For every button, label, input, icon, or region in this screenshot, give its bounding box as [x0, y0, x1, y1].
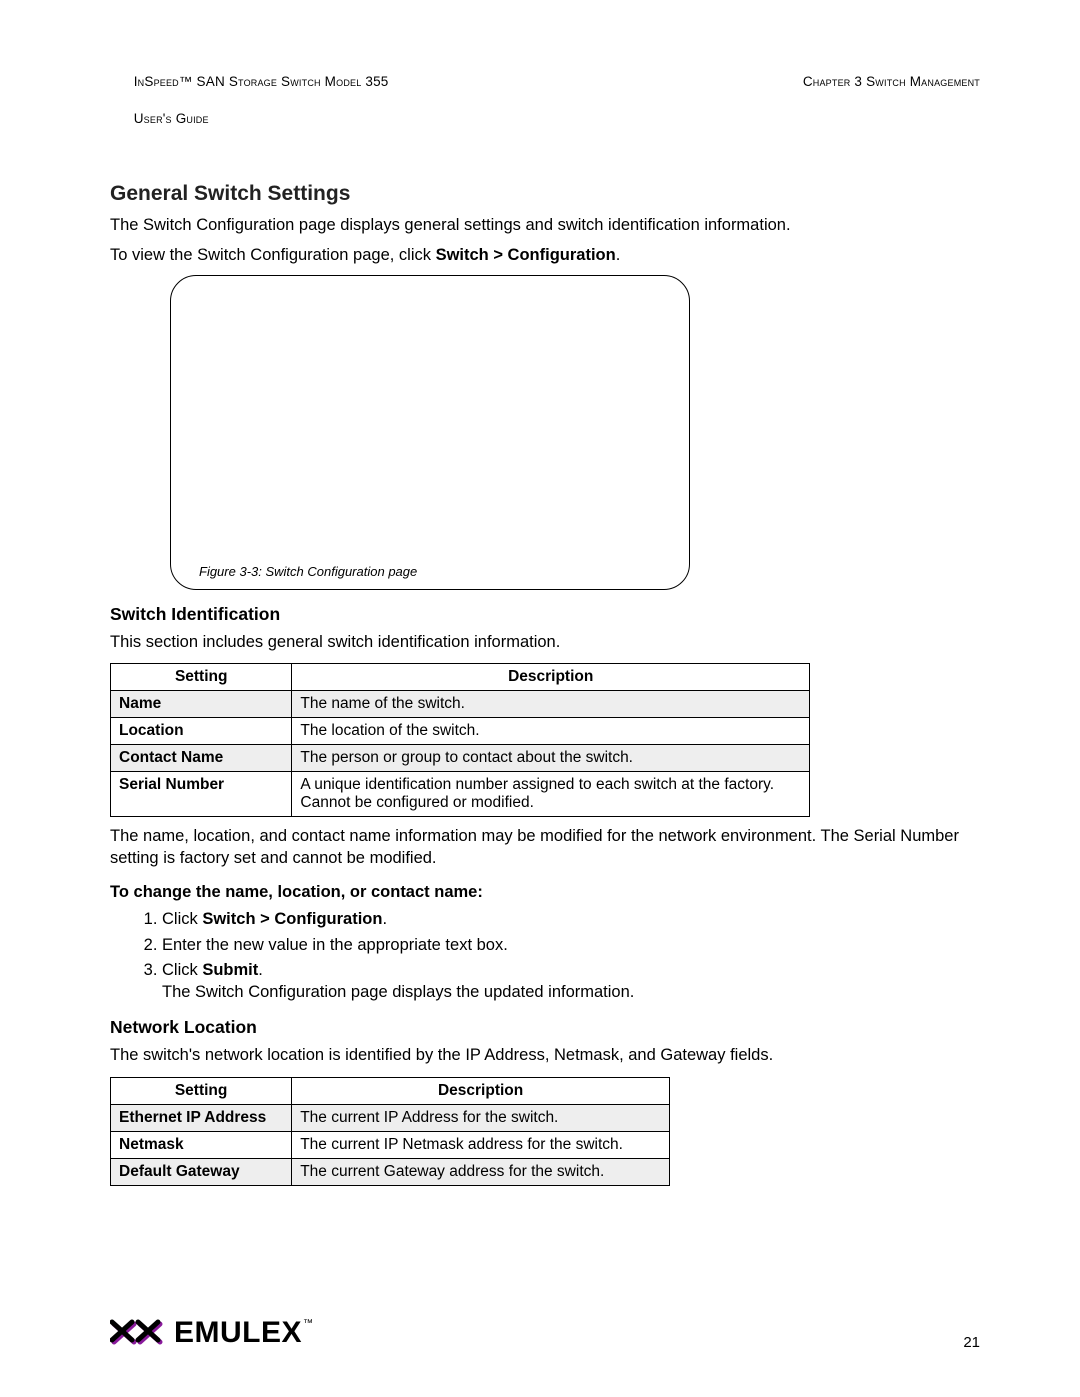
page-header: InSpeed™ SAN Storage Switch Model 355 Us… [110, 55, 980, 146]
setting-name: Name [111, 690, 292, 717]
table-row: Netmask The current IP Netmask address f… [111, 1131, 670, 1158]
brand-wordmark: EMULEX™ [174, 1316, 313, 1350]
network-location-table: Setting Description Ethernet IP Address … [110, 1077, 670, 1186]
brand-text: EMULEX [174, 1316, 302, 1349]
step-1: Click Switch > Configuration. [162, 908, 980, 930]
table-header-description: Description [292, 663, 810, 690]
setting-desc: The name of the switch. [292, 690, 810, 717]
intro-p2-pre: To view the Switch Configuration page, c… [110, 246, 436, 264]
setting-name: Default Gateway [111, 1158, 292, 1185]
setting-desc: The location of the switch. [292, 717, 810, 744]
switch-identification-intro: This section includes general switch ide… [110, 631, 980, 653]
brand-logo: EMULEX™ [110, 1315, 313, 1351]
step-3-bold: Submit [202, 961, 258, 979]
trademark-symbol: ™ [303, 1318, 314, 1329]
step-3-line2: The Switch Configuration page displays t… [162, 983, 634, 1001]
table-row: Serial Number A unique identification nu… [111, 771, 810, 816]
step-2: Enter the new value in the appropriate t… [162, 934, 980, 956]
setting-name: Netmask [111, 1131, 292, 1158]
network-location-heading: Network Location [110, 1017, 980, 1038]
step-1-post: . [382, 910, 387, 928]
switch-identification-after: The name, location, and contact name inf… [110, 825, 980, 870]
setting-desc: The current IP Address for the switch. [292, 1104, 670, 1131]
figure-placeholder: Figure 3-3: Switch Configuration page [170, 275, 690, 590]
change-instructions-steps: Click Switch > Configuration. Enter the … [140, 908, 980, 1003]
step-3: Click Submit. The Switch Configuration p… [162, 959, 980, 1004]
setting-desc: A unique identification number assigned … [292, 771, 810, 816]
change-instructions-lead: To change the name, location, or contact… [110, 883, 980, 902]
network-location-intro: The switch's network location is identif… [110, 1044, 980, 1066]
intro-p2-bold: Switch > Configuration [436, 246, 616, 264]
intro-paragraph-2: To view the Switch Configuration page, c… [110, 244, 980, 266]
intro-paragraph-1: The Switch Configuration page displays g… [110, 214, 980, 236]
page-footer: EMULEX™ 21 [0, 1315, 1080, 1351]
setting-name: Location [111, 717, 292, 744]
table-row: Default Gateway The current Gateway addr… [111, 1158, 670, 1185]
step-1-bold: Switch > Configuration [202, 910, 382, 928]
section-title: General Switch Settings [110, 182, 980, 206]
table-row: Location The location of the switch. [111, 717, 810, 744]
table-row: Ethernet IP Address The current IP Addre… [111, 1104, 670, 1131]
emulex-mark-icon [110, 1315, 164, 1351]
table-row: Contact Name The person or group to cont… [111, 744, 810, 771]
header-left-line2: User's Guide [134, 111, 209, 126]
switch-identification-heading: Switch Identification [110, 604, 980, 625]
setting-desc: The person or group to contact about the… [292, 744, 810, 771]
setting-name: Contact Name [111, 744, 292, 771]
table-row: Name The name of the switch. [111, 690, 810, 717]
intro-p2-post: . [616, 246, 621, 264]
setting-desc: The current Gateway address for the swit… [292, 1158, 670, 1185]
setting-name: Ethernet IP Address [111, 1104, 292, 1131]
table-header-setting: Setting [111, 1077, 292, 1104]
table-header-description: Description [292, 1077, 670, 1104]
header-right-line1: Chapter 3 Switch Management [803, 74, 980, 89]
figure-caption: Figure 3-3: Switch Configuration page [199, 564, 417, 579]
step-3-pre: Click [162, 961, 202, 979]
step-3-post: . [258, 961, 263, 979]
step-1-pre: Click [162, 910, 202, 928]
header-left-line1: InSpeed™ SAN Storage Switch Model 355 [134, 74, 389, 89]
switch-identification-table: Setting Description Name The name of the… [110, 663, 810, 817]
page-number: 21 [963, 1334, 980, 1351]
setting-desc: The current IP Netmask address for the s… [292, 1131, 670, 1158]
table-header-setting: Setting [111, 663, 292, 690]
setting-name: Serial Number [111, 771, 292, 816]
